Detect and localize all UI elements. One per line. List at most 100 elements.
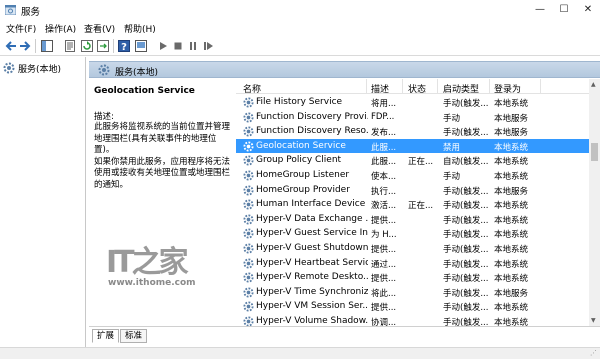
cell-name: Hyper-V Guest Shutdown... [256,243,368,253]
export-icon[interactable] [97,40,109,52]
table-row[interactable]: HomeGroup Provider 执行... 手动(触发... 本地服务 [236,183,589,198]
forward-icon[interactable] [19,40,31,52]
cell-log-on-as: 本地系统 [494,99,529,109]
back-icon[interactable] [5,40,17,52]
cell-status: 正在... [408,157,434,168]
show-tree-icon[interactable] [41,40,53,52]
cell-startup-type: 手动(触发... [443,128,489,139]
table-row[interactable]: Function Discovery Provi... FDP... 手动 本地服务 [236,110,589,125]
resize-grip-icon[interactable]: ⋰ [590,349,597,357]
menu-help[interactable]: 帮助(H) [124,22,156,35]
cell-log-on-as: 本地服务 [494,186,529,197]
scroll-thumb[interactable] [591,143,598,161]
cell-name: Group Policy Client [256,155,342,166]
start-icon[interactable] [157,40,169,52]
table-row[interactable]: Hyper-V Guest Service In... 为 H... 手动(触发..… [236,226,589,241]
service-gear-icon [243,185,254,196]
tab-extended[interactable]: 扩展 [92,329,120,343]
service-gear-icon [243,141,254,152]
column-divider[interactable] [489,79,490,94]
cell-log-on-as: 本地服务 [494,128,529,139]
table-row[interactable]: Human Interface Device ... 激活... 正在... 手动(触… [236,197,589,212]
close-button[interactable]: ✕ [576,0,600,20]
pause-icon[interactable] [187,40,199,52]
table-row[interactable]: Group Policy Client 此服... 正在... 自动(触发... 本地系… [236,153,589,168]
table-row[interactable]: Hyper-V Guest Shutdown... 提供... 手动(触发... 本地… [236,241,589,256]
table-row[interactable]: Geolocation Service 此服... 禁用 本地系统 [236,138,589,154]
refresh-icon[interactable] [81,40,93,52]
description-label: 描述: [94,112,114,122]
column-header-startup-type[interactable]: 启动类型 [443,82,479,95]
column-header-description[interactable]: 描述 [371,82,389,95]
column-divider[interactable] [540,79,541,94]
cell-log-on-as: 本地系统 [494,215,529,226]
column-header-log-on-as[interactable]: 登录为 [494,82,521,95]
menu-action[interactable]: 操作(A) [45,22,76,35]
column-divider[interactable] [437,79,438,94]
table-row[interactable]: Hyper-V Volume Shadow... 协调... 手动(触发... 本地系… [236,314,589,326]
selected-service-name: Geolocation Service [94,86,195,96]
cell-name: Function Discovery Provi... [256,111,368,122]
cell-startup-type: 自动(触发... [443,157,489,168]
description-line: 地理围栏(具有关联事件的地理位置)。 [94,133,217,156]
properties-icon[interactable] [64,40,76,52]
cell-startup-type: 手动(触发... [443,186,489,197]
service-gear-icon [243,243,254,254]
table-row[interactable]: HomeGroup Listener 使本... 手动 本地系统 [236,168,589,183]
cell-name: Hyper-V Time Synchroniz... [256,286,368,297]
service-gear-icon [243,155,254,166]
toolbar-separator [35,39,36,53]
service-gear-icon [243,316,254,326]
column-header-status[interactable]: 状态 [408,82,426,95]
table-row[interactable]: Function Discovery Reso... 发布... 手动(触发... 本… [236,124,589,139]
tree-item-label: 服务(本地) [18,65,62,75]
table-row[interactable]: Hyper-V Time Synchroniz... 将此... 手动(触发... 本… [236,285,589,300]
table-row[interactable]: Hyper-V VM Session Ser... 提供... 手动(触发... 本地… [236,299,589,314]
cell-name: Hyper-V Remote Deskto... [256,272,368,283]
cell-startup-type: 手动(触发... [443,318,489,326]
column-divider[interactable] [366,79,367,94]
scroll-down-arrow-icon[interactable]: ▼ [591,317,596,324]
tree-item-services-local[interactable]: 服务(本地) [3,61,83,75]
cell-log-on-as: 本地服务 [494,288,529,299]
console-icon[interactable] [135,40,147,52]
column-header-name[interactable]: 名称 [243,82,261,95]
cell-description: FDP... [371,111,395,122]
scroll-up-arrow-icon[interactable]: ▲ [591,81,596,88]
cell-description: 提供... [371,303,397,314]
cell-description: 提供... [371,215,397,226]
gear-icon [98,64,110,76]
table-row[interactable]: File History Service 将用... 手动(触发... 本地系统 [236,95,589,110]
tab-standard[interactable]: 标准 [120,329,148,343]
service-gear-icon [243,228,254,239]
table-row[interactable]: Hyper-V Remote Deskto... 提供... 手动(触发... 本地系… [236,270,589,285]
maximize-button[interactable]: ☐ [552,0,576,20]
cell-log-on-as: 本地系统 [494,157,529,168]
help-icon[interactable]: ? [118,40,130,52]
minimize-button[interactable]: — [528,0,552,20]
vertical-scrollbar[interactable]: ▲ ▼ [589,79,600,326]
cell-startup-type: 手动(触发... [443,303,489,314]
menu-view[interactable]: 查看(V) [84,22,115,35]
cell-name: Function Discovery Reso... [256,126,368,137]
cell-name: HomeGroup Listener [256,170,350,180]
cell-log-on-as: 本地系统 [494,230,529,241]
table-row[interactable]: Hyper-V Heartbeat Service 通过... 手动(触发... 本地… [236,256,589,271]
restart-icon[interactable] [202,40,214,52]
cell-startup-type: 手动(触发... [443,259,489,270]
navigation-tree: 服务(本地) [0,57,86,347]
table-row[interactable]: Hyper-V Data Exchange ... 提供... 手动(触发... 本地… [236,212,589,227]
svg-text:IT之家: IT之家 [106,245,189,278]
column-divider[interactable] [402,79,403,94]
service-gear-icon [243,126,254,137]
cell-startup-type: 手动(触发... [443,215,489,226]
menu-file[interactable]: 文件(F) [6,22,36,35]
cell-startup-type: 禁用 [443,142,461,153]
description-line: 的通知。 [94,179,129,190]
cell-log-on-as: 本地系统 [494,303,529,314]
watermark-url: www.ithome.com [108,278,196,288]
cell-description: 此服... [371,157,397,168]
cell-description: 使本... [371,172,397,182]
stop-icon[interactable] [172,40,184,52]
cell-startup-type: 手动(触发... [443,230,489,241]
